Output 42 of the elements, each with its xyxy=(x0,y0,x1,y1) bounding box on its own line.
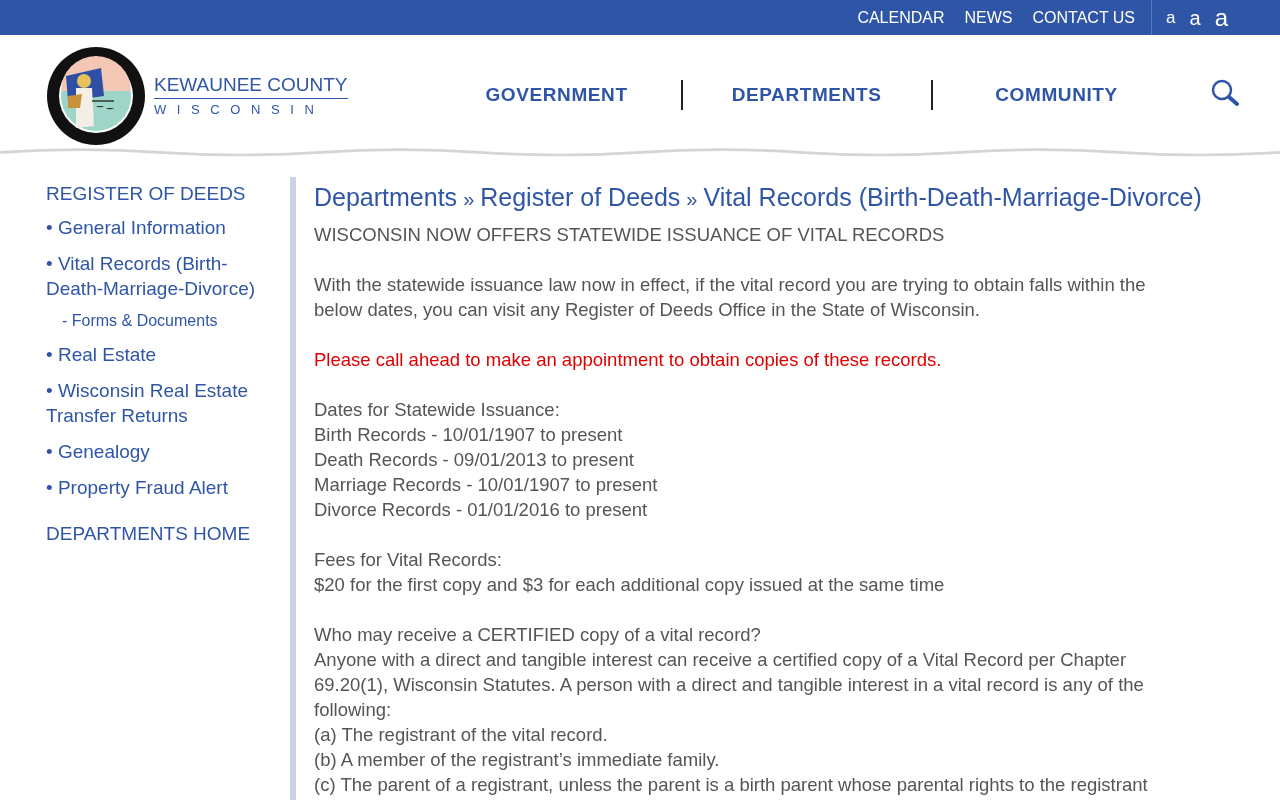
sidebar-item[interactable]: • Wisconsin Real Estate Transfer Returns xyxy=(46,378,266,428)
body-text: (b) A member of the registrant’s immediate family. xyxy=(314,748,721,772)
body-text: Marriage Records - 10/01/1907 to present xyxy=(314,473,659,497)
nav-link[interactable]: DEPARTMENTS xyxy=(682,83,931,106)
top-link[interactable]: NEWS xyxy=(964,8,1013,27)
sidebar-item[interactable]: • Property Fraud Alert xyxy=(46,475,266,500)
sidebar-item[interactable]: • Vital Records (Birth-Death-Marriage-Divorce) xyxy=(46,251,266,301)
body-text: (c) The parent of a registrant, unless the parent is a birth parent whose parental rights to the registrant xyxy=(314,773,1149,797)
breadcrumb-link[interactable]: Register of Deeds xyxy=(480,183,681,211)
nav-link[interactable]: COMMUNITY xyxy=(932,83,1181,106)
departments-home-link[interactable]: DEPARTMENTS HOME xyxy=(46,523,251,545)
sidebar-heading-link[interactable]: REGISTER OF DEEDS xyxy=(46,183,246,205)
breadcrumb-link[interactable]: Vital Records (Birth-Death-Marriage-Divorce) xyxy=(703,183,1202,211)
alert-text: Please call ahead to make an appointment to obtain copies of these records. xyxy=(314,348,943,372)
body-text: $20 for the first copy and $3 for each additional copy issued at the same time xyxy=(314,573,946,597)
body-text: Birth Records - 10/01/1907 to present xyxy=(314,423,624,447)
body-text: Fees for Vital Records: xyxy=(314,548,503,572)
body-text: Dates for Statewide Issuance: xyxy=(314,398,561,422)
nav-link[interactable]: GOVERNMENT xyxy=(432,83,681,106)
text-size-button[interactable]: a xyxy=(1166,9,1176,26)
body-text: WISCONSIN NOW OFFERS STATEWIDE ISSUANCE OF VITAL RECORDS xyxy=(314,223,946,247)
breadcrumb-separator: » xyxy=(686,188,698,210)
text-size-button[interactable]: a xyxy=(1214,5,1228,30)
body-text: (a) The registrant of the vital record. xyxy=(314,723,609,747)
search-icon[interactable] xyxy=(1210,78,1239,107)
sidebar-subitem[interactable]: - Forms & Documents xyxy=(62,312,218,330)
breadcrumb-link[interactable]: Departments xyxy=(314,183,458,211)
body-text: Divorce Records - 01/01/2016 to present xyxy=(314,498,649,522)
top-link[interactable]: CALENDAR xyxy=(857,8,945,27)
state-name: WISCONSIN xyxy=(154,102,326,117)
body-text: Death Records - 09/01/2013 to present xyxy=(314,448,635,472)
text-size-button[interactable]: a xyxy=(1189,7,1201,28)
top-link[interactable]: CONTACT US xyxy=(1032,8,1136,27)
county-seal-logo[interactable] xyxy=(46,45,146,146)
breadcrumb-separator: » xyxy=(463,188,475,210)
sidebar-item[interactable]: • General Information xyxy=(46,215,266,240)
county-name[interactable]: KEWAUNEE COUNTY xyxy=(154,74,348,99)
sidebar-item[interactable]: • Genealogy xyxy=(46,439,266,464)
body-text: With the statewide issuance law now in effect, if the vital record you are trying to obtain falls within the below dates, you can visit any Register of Deeds Office in the State of Wisconsin. xyxy=(314,273,1147,322)
body-text: Anyone with a direct and tangible interest can receive a certified copy of a Vital Record per Chapter 69.20(1), Wisconsin Statutes. A person with a direct and tangible interest in a vital record is any of the following: xyxy=(314,648,1145,722)
body-text: Who may receive a CERTIFIED copy of a vital record? xyxy=(314,623,762,647)
sidebar-item[interactable]: • Real Estate xyxy=(46,342,266,367)
